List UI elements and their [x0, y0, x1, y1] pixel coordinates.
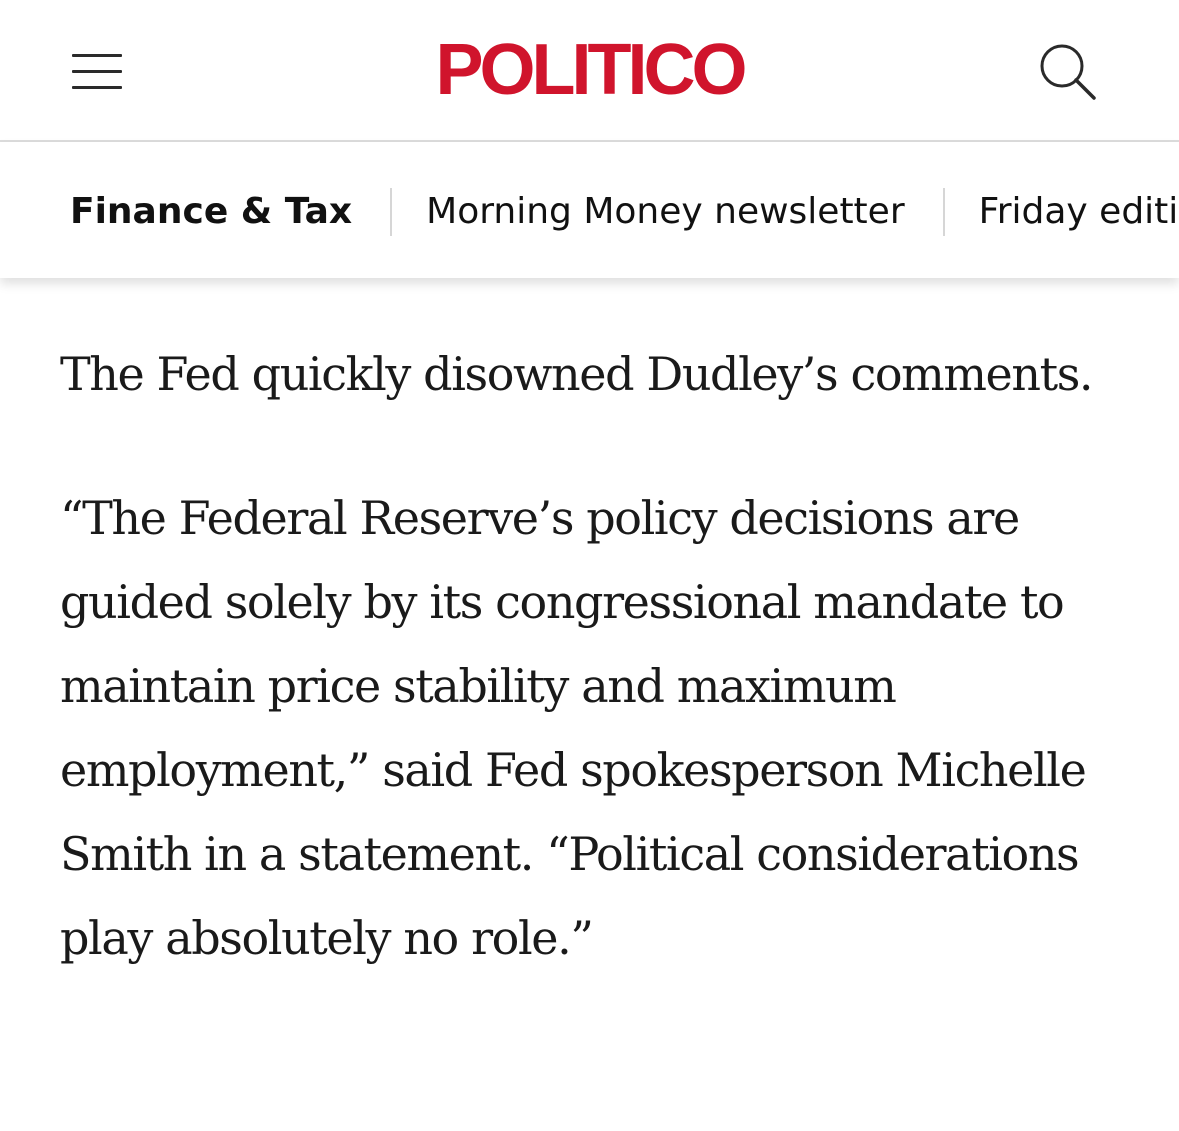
subnav-item-friday-edition[interactable]: Friday edition	[979, 188, 1179, 236]
subnav-divider	[390, 188, 393, 236]
subnav-divider	[942, 188, 945, 236]
subnav-item-finance-tax[interactable]: Finance & Tax	[70, 188, 352, 236]
section-subnav: Finance & Tax Morning Money newsletter F…	[0, 142, 1179, 278]
article-paragraph: “The Federal Reserve’s policy decisions …	[60, 491, 1087, 965]
search-icon[interactable]	[1036, 40, 1102, 104]
article-paragraph: The Fed quickly disowned Dudley’s commen…	[60, 347, 1094, 401]
article-body: The Fed quickly disowned Dudley’s commen…	[60, 332, 1140, 980]
politico-logo[interactable]: POLITICO	[0, 28, 1179, 112]
subnav-item-morning-money[interactable]: Morning Money newsletter	[426, 188, 904, 236]
top-bar: POLITICO	[0, 0, 1179, 142]
